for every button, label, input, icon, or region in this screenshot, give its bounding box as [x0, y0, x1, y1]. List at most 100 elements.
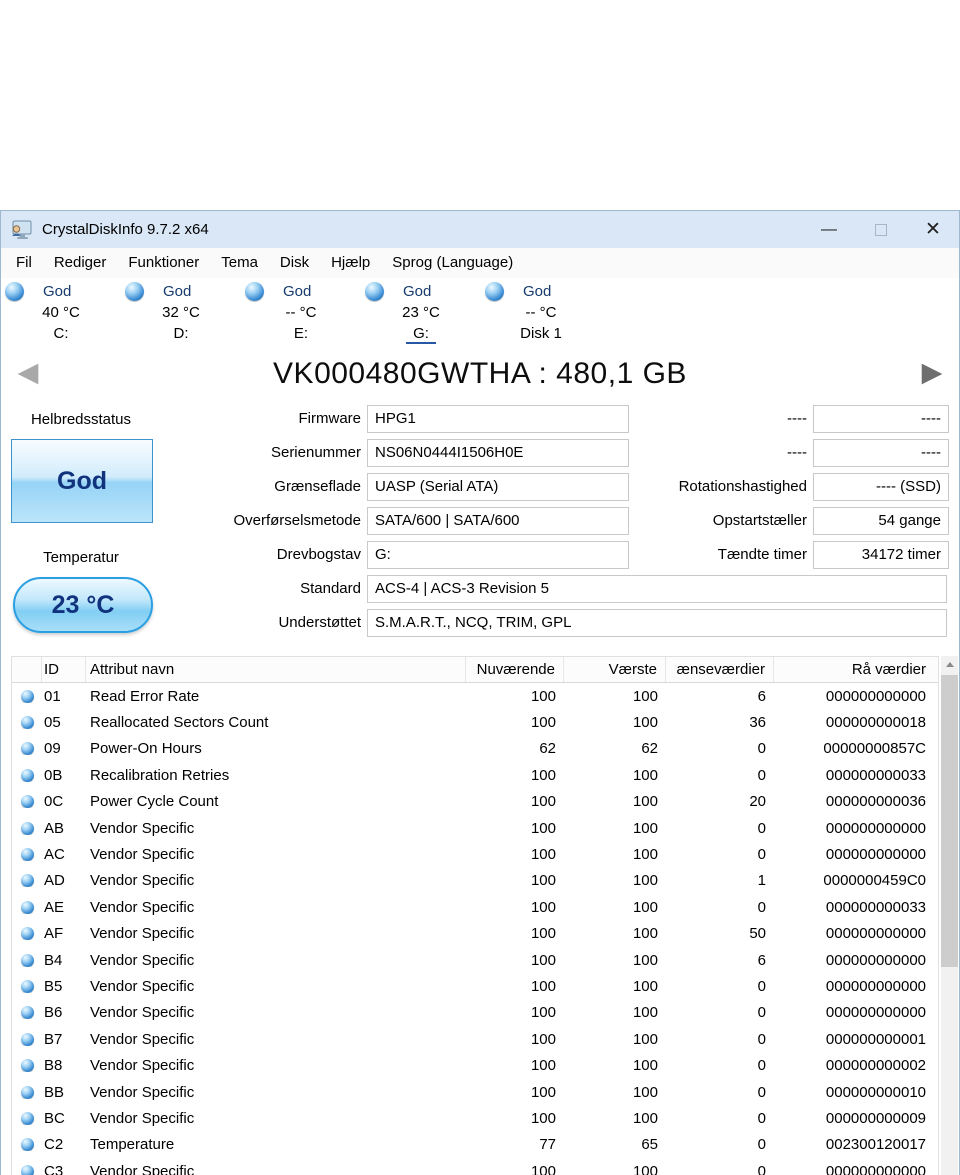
attribute-raw-value: 000000000018: [825, 714, 926, 732]
menu-item-rediger[interactable]: Rediger: [43, 248, 118, 278]
drive-tile-e[interactable]: God -- °C E:: [241, 278, 361, 346]
table-row[interactable]: C2 Temperature 77 65 0 002300120017: [12, 1132, 938, 1158]
attribute-current: 100: [530, 872, 556, 890]
table-row[interactable]: B5 Vendor Specific 100 100 0 00000000000…: [12, 973, 938, 999]
info-field: S.M.A.R.T., NCQ, TRIM, GPL: [367, 609, 947, 637]
drive-status: God: [523, 283, 552, 300]
attribute-threshold: 0: [757, 1162, 766, 1175]
close-button[interactable]: ✕: [907, 211, 959, 248]
attribute-current: 100: [530, 1030, 556, 1048]
attribute-raw-value: 000000000000: [825, 846, 926, 864]
drive-tile-disk1[interactable]: God -- °C Disk 1: [481, 278, 601, 346]
info-area: Helbredsstatus God Temperatur 23 °C Firm…: [1, 401, 959, 656]
maximize-button[interactable]: [855, 211, 907, 248]
attribute-name: Vendor Specific: [90, 1057, 195, 1075]
table-row[interactable]: B6 Vendor Specific 100 100 0 00000000000…: [12, 1000, 938, 1026]
info-field: HPG1: [367, 405, 629, 433]
status-orb-icon: [12, 768, 42, 782]
health-orb-icon: [125, 282, 144, 301]
status-orb-icon: [12, 1111, 42, 1125]
table-row[interactable]: BB Vendor Specific 100 100 0 00000000001…: [12, 1079, 938, 1105]
attribute-raw-value: 000000000002: [825, 1057, 926, 1075]
health-status-button[interactable]: God: [11, 439, 153, 523]
table-row[interactable]: B7 Vendor Specific 100 100 0 00000000000…: [12, 1026, 938, 1052]
menu-item-hjaelp[interactable]: Hjælp: [320, 248, 381, 278]
menu-item-fil[interactable]: Fil: [5, 248, 43, 278]
attribute-id: AD: [44, 872, 65, 890]
header-raw-values: Rå værdier: [851, 661, 926, 678]
menu-item-funktioner[interactable]: Funktioner: [117, 248, 210, 278]
attribute-name: Temperature: [90, 1136, 175, 1154]
temperature-label: Temperatur: [43, 549, 119, 566]
info-label: Standard: [300, 580, 361, 597]
info-field: 54 gange: [813, 507, 949, 535]
attribute-current: 100: [530, 793, 556, 811]
screen: CrystalDiskInfo 9.7.2 x64 — ✕ Fil Redige…: [0, 0, 960, 1175]
info-field: G:: [367, 541, 629, 569]
attribute-current: 100: [530, 1057, 556, 1075]
attribute-id: BC: [44, 1109, 65, 1127]
temperature-button[interactable]: 23 °C: [13, 577, 153, 633]
attribute-raw-value: 000000000010: [825, 1083, 926, 1101]
attribute-current: 100: [530, 687, 556, 705]
table-row[interactable]: C3 Vendor Specific 100 100 0 00000000000…: [12, 1158, 938, 1175]
attribute-name: Vendor Specific: [90, 1083, 195, 1101]
attribute-raw-value: 000000000033: [825, 898, 926, 916]
table-row[interactable]: AD Vendor Specific 100 100 1 0000000459C…: [12, 868, 938, 894]
table-row[interactable]: B4 Vendor Specific 100 100 6 00000000000…: [12, 947, 938, 973]
attribute-worst: 100: [632, 793, 658, 811]
status-orb-icon: [12, 821, 42, 835]
table-row[interactable]: BC Vendor Specific 100 100 0 00000000000…: [12, 1105, 938, 1131]
drive-status-line: God: [481, 281, 601, 302]
attribute-current: 62: [539, 740, 556, 758]
attribute-id: B5: [44, 977, 63, 995]
attribute-id: AC: [44, 846, 65, 864]
info-label: ----: [787, 444, 807, 461]
app-icon[interactable]: [10, 219, 34, 241]
table-row[interactable]: AF Vendor Specific 100 100 50 0000000000…: [12, 921, 938, 947]
info-label: Drevbogstav: [276, 546, 361, 563]
table-row[interactable]: 0C Power Cycle Count 100 100 20 00000000…: [12, 789, 938, 815]
table-row[interactable]: AE Vendor Specific 100 100 0 00000000003…: [12, 894, 938, 920]
info-grid: Firmware HPG1 ---- ---- Serienummer NS06N0444…: [171, 405, 949, 575]
health-orb-icon: [245, 282, 264, 301]
attribute-worst: 100: [632, 951, 658, 969]
attribute-current: 100: [530, 1083, 556, 1101]
attribute-worst: 100: [632, 1109, 658, 1127]
window-controls: — ✕: [803, 211, 959, 248]
info-label: Grænseflade: [274, 478, 361, 495]
info-row-supported: Understøttet S.M.A.R.T., NCQ, TRIM, GPL: [171, 609, 947, 637]
attribute-worst: 100: [632, 872, 658, 890]
attribute-current: 100: [530, 846, 556, 864]
scrollbar-thumb[interactable]: [941, 675, 958, 967]
next-disk-button[interactable]: ▶: [913, 353, 951, 391]
menu-item-sprog[interactable]: Sprog (Language): [381, 248, 524, 278]
attribute-name: Power-On Hours: [90, 740, 202, 758]
table-row[interactable]: 0B Recalibration Retries 100 100 0 00000…: [12, 762, 938, 788]
drive-status-line: God: [1, 281, 121, 302]
attribute-worst: 100: [632, 687, 658, 705]
info-field: NS06N0444I1506H0E: [367, 439, 629, 467]
attribute-worst: 100: [632, 898, 658, 916]
table-scrollbar[interactable]: [941, 656, 958, 1175]
drive-tile-g[interactable]: God 23 °C G:: [361, 278, 481, 346]
table-row[interactable]: AC Vendor Specific 100 100 0 00000000000…: [12, 841, 938, 867]
drive-tile-d[interactable]: God 32 °C D:: [121, 278, 241, 346]
window-title: CrystalDiskInfo 9.7.2 x64: [42, 221, 209, 238]
drive-tile-c[interactable]: God 40 °C C:: [1, 278, 121, 346]
attribute-current: 77: [539, 1136, 556, 1154]
scroll-up-icon[interactable]: [941, 656, 958, 673]
info-label: Opstartstæller: [712, 512, 807, 529]
table-row[interactable]: AB Vendor Specific 100 100 0 00000000000…: [12, 815, 938, 841]
table-row[interactable]: 01 Read Error Rate 100 100 6 00000000000…: [12, 683, 938, 709]
header-icon-column: [12, 657, 42, 682]
previous-disk-button[interactable]: ◀: [9, 353, 47, 391]
menu-item-disk[interactable]: Disk: [269, 248, 320, 278]
minimize-button[interactable]: —: [803, 211, 855, 248]
table-row[interactable]: B8 Vendor Specific 100 100 0 00000000000…: [12, 1052, 938, 1078]
table-row[interactable]: 09 Power-On Hours 62 62 0 00000000857C: [12, 736, 938, 762]
drive-temperature: 23 °C: [402, 304, 440, 321]
drive-status-line: God: [121, 281, 241, 302]
table-row[interactable]: 05 Reallocated Sectors Count 100 100 36 …: [12, 709, 938, 735]
menu-item-tema[interactable]: Tema: [210, 248, 269, 278]
